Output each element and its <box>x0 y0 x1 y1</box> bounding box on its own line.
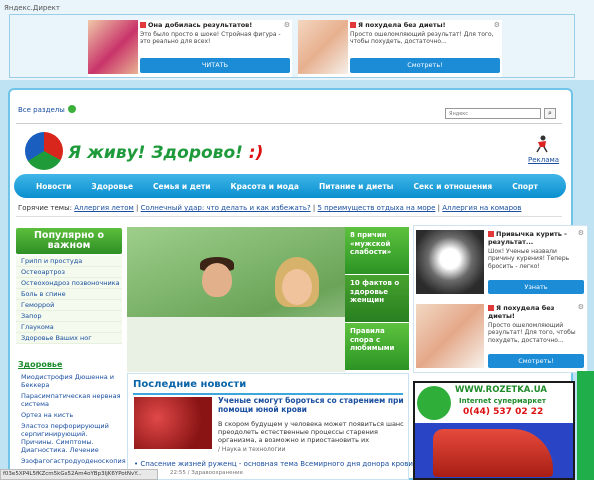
ad-thumb-image[interactable] <box>88 20 138 74</box>
watch-button[interactable]: Смотреть! <box>488 354 584 368</box>
menu-item-nutrition[interactable]: Питание и диеты <box>309 182 403 191</box>
ad-title[interactable]: Привычка курить - результат... <box>488 230 568 246</box>
popular-list: Грипп и простуда Остеоартроз Остеохондро… <box>16 256 122 344</box>
menu-item-sport[interactable]: Спорт <box>502 182 548 191</box>
search-icon[interactable]: ⌕ <box>544 108 556 119</box>
breadcrumb[interactable]: Все разделы <box>18 105 76 114</box>
health-item[interactable]: Эластоз перфорирующий серпигинирующий. П… <box>16 422 122 454</box>
sidebar-item[interactable]: Глаукома <box>16 322 122 333</box>
health-item[interactable]: Ортез на кисть <box>16 411 122 419</box>
all-sections-link[interactable]: Все разделы <box>18 106 65 114</box>
rozetka-phone: 0(44) 537 02 22 <box>463 407 544 417</box>
sidebar-item[interactable]: Запор <box>16 311 122 322</box>
hero-tile[interactable]: Правила спора с любимыми <box>345 323 409 371</box>
advertising-link[interactable]: Реклама <box>528 156 559 164</box>
side-ad-2[interactable]: Я похудела без диеты! ⚙ Просто ошеломляю… <box>416 302 586 372</box>
ad-text: Шок! Ученые назвали причину курения! Теп… <box>488 248 570 270</box>
sidebar-item[interactable]: Боль в спине <box>16 289 122 300</box>
hot-topics-label: Горячие темы: <box>18 204 72 212</box>
logo-text[interactable]: Я живу! Здорово! <box>68 143 243 163</box>
rozetka-banner[interactable]: WWW.ROZETKA.UA Internet супермаркет 0(44… <box>413 381 575 480</box>
hot-topic-link[interactable]: Солнечный удар: что делать и как избежат… <box>141 204 311 212</box>
logo-icon[interactable] <box>25 132 63 170</box>
gear-icon[interactable]: ⚙ <box>578 229 584 237</box>
site-logo[interactable]: Я живу! Здорово! :) <box>68 143 263 163</box>
sidebar-item[interactable]: Остеоартроз <box>16 267 122 278</box>
menu-item-family[interactable]: Семья и дети <box>143 182 221 191</box>
gear-icon[interactable]: ⚙ <box>494 21 500 29</box>
rozetka-subtitle: Internet супермаркет <box>459 397 546 405</box>
health-item[interactable]: Миодистрофия Дюшенна и Беккера <box>16 373 122 389</box>
ad-text: Просто ошеломляющий результат! Для того,… <box>488 322 576 344</box>
news-title-link[interactable]: Ученые смогут бороться со старением при … <box>218 396 404 414</box>
health-item[interactable]: Парасимпатическая нервная система <box>16 392 122 408</box>
top-ad-2[interactable]: Я похудела без диеты! ⚙ Просто ошеломляю… <box>298 20 502 77</box>
rozetka-logo-icon <box>417 386 451 420</box>
top-ad-box: Она добилась результатов! ⚙ Это было про… <box>9 14 575 78</box>
sidebar-item[interactable]: Геморрой <box>16 300 122 311</box>
menu-item-relations[interactable]: Секс и отношения <box>403 182 502 191</box>
arrow-icon[interactable] <box>67 105 76 113</box>
ad-title[interactable]: Я похудела без диеты! <box>350 21 446 29</box>
gear-icon[interactable]: ⚙ <box>284 21 290 29</box>
health-list: Миодистрофия Дюшенна и Беккера Парасимпа… <box>16 373 126 468</box>
hot-topic-link[interactable]: Аллергия летом <box>74 204 134 212</box>
car-icon <box>433 429 553 477</box>
ad-text: Это было просто в шоке! Стройная фигура … <box>140 31 281 46</box>
hot-topic-link[interactable]: 5 преимуществ отдыха на море <box>317 204 435 212</box>
logo-smile[interactable]: :) <box>249 143 264 163</box>
hero-tile[interactable]: 10 фактов о здоровье женщин <box>345 275 409 323</box>
news-image[interactable] <box>134 397 212 449</box>
yandex-direct-label: Яндекс.Директ <box>4 4 60 12</box>
hot-topics: Горячие темы: Аллергия летом | Солнечный… <box>18 204 522 212</box>
hero-bed-shape <box>127 317 345 372</box>
rozetka-header: WWW.ROZETKA.UA Internet супермаркет 0(44… <box>415 383 573 423</box>
news-title-link[interactable]: • Спасение жизней руженц - основная тема… <box>134 460 413 468</box>
sidebar-item[interactable]: Остеохондроз позвоночника <box>16 278 122 289</box>
hero-tile[interactable]: 8 причин «мужской слабости» <box>345 227 409 275</box>
divider <box>133 393 403 395</box>
hero-tiles: 8 причин «мужской слабости» 10 фактов о … <box>345 227 409 371</box>
popular-header: Популярно о важном <box>16 228 122 254</box>
hero-man-face <box>202 263 232 297</box>
ad-thumb-image[interactable] <box>416 304 484 368</box>
read-button[interactable]: ЧИТАТЬ <box>140 58 290 73</box>
news-title-text[interactable]: Спасение жизней руженц - основная тема В… <box>140 460 413 468</box>
dog-ad-image[interactable] <box>416 230 484 294</box>
side-ad-block: Привычка курить - результат... ⚙ Шок! Уч… <box>413 225 588 373</box>
learn-button[interactable]: Узнать <box>488 280 584 294</box>
watch-button[interactable]: Смотреть! <box>350 58 500 73</box>
search-input[interactable]: Яндекс <box>445 108 541 119</box>
divider <box>16 216 562 217</box>
sidebar-item[interactable]: Грипп и простуда <box>16 256 122 267</box>
ad-title[interactable]: Я похудела без диеты! <box>488 304 568 320</box>
rozetka-name: WWW.ROZETKA.UA <box>455 385 547 395</box>
menu-item-beauty[interactable]: Красота и мода <box>221 182 309 191</box>
health-section-title[interactable]: Здоровье <box>18 360 62 369</box>
menu-item-health[interactable]: Здоровье <box>81 182 143 191</box>
main-menu: Новости Здоровье Семья и дети Красота и … <box>14 174 566 198</box>
health-item[interactable]: Эзофагогастродуоденоскопия <box>16 457 126 465</box>
news-heading: Последние новости <box>133 379 247 390</box>
news-category: / Наука и технологии <box>218 446 286 453</box>
ad-thumb-image[interactable] <box>298 20 348 74</box>
side-ad-1[interactable]: Привычка курить - результат... ⚙ Шок! Уч… <box>416 228 586 298</box>
ad-title[interactable]: Она добилась результатов! <box>140 21 252 29</box>
sidebar-item[interactable]: Здоровье Ваших ног <box>16 333 122 344</box>
advertising-person-icon[interactable] <box>534 135 550 153</box>
green-banner-edge <box>577 371 594 480</box>
top-ad-1[interactable]: Она добилась результатов! ⚙ Это было про… <box>88 20 292 77</box>
hot-topic-link[interactable]: Аллергия на комаров <box>442 204 521 212</box>
hero-woman-face <box>282 269 312 305</box>
hero-image[interactable] <box>127 227 345 372</box>
menu-item-news[interactable]: Новости <box>26 182 81 191</box>
news-text: В скором будущем у человека может появит… <box>218 420 404 444</box>
ad-text: Просто ошеломляющий результат! Для того,… <box>350 31 494 46</box>
divider <box>16 123 562 124</box>
status-bar: f03e5XP4L5fKZcm5kGs52Am4oYBp3IjK6YPotNvY… <box>0 469 158 480</box>
news-meta: 22:55 / Здравоохранение <box>170 470 244 476</box>
gear-icon[interactable]: ⚙ <box>578 303 584 311</box>
